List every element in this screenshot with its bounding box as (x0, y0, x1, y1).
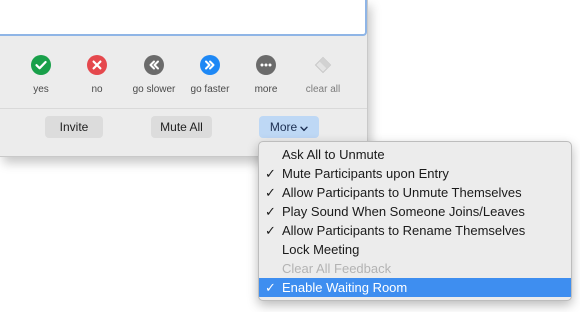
feedback-more[interactable]: more (236, 55, 296, 95)
feedback-yes-label: yes (33, 84, 49, 95)
divider (0, 108, 367, 109)
menu-item-label: Ask All to Unmute (282, 147, 385, 162)
checkmark-icon: ✓ (265, 204, 276, 219)
menu-item-label: Allow Participants to Rename Themselves (282, 223, 526, 238)
feedback-go-faster-label: go faster (190, 84, 230, 95)
fast-forward-icon (200, 55, 220, 75)
feedback-no[interactable]: no (67, 55, 127, 95)
invite-button[interactable]: Invite (45, 116, 103, 138)
menu-item-lock-meeting[interactable]: Lock Meeting (259, 240, 571, 259)
chevron-down-icon (300, 117, 308, 139)
menu-item-label: Enable Waiting Room (282, 280, 408, 295)
checkmark-icon: ✓ (265, 280, 276, 295)
feedback-go-faster[interactable]: go faster (180, 55, 240, 95)
mute-all-button[interactable]: Mute All (151, 116, 212, 138)
ellipsis-icon (256, 55, 276, 75)
menu-item-clear-all-feedback: Clear All Feedback (259, 259, 571, 278)
menu-item-enable-waiting-room[interactable]: ✓ Enable Waiting Room (259, 278, 571, 297)
more-dropdown-menu: Ask All to Unmute ✓ Mute Participants up… (258, 141, 572, 301)
feedback-clear-all-label: clear all (305, 84, 341, 95)
participant-list-area (0, 0, 367, 36)
checkmark-icon: ✓ (265, 185, 276, 200)
menu-item-mute-participants-upon-entry[interactable]: ✓ Mute Participants upon Entry (259, 164, 571, 183)
menu-item-label: Lock Meeting (282, 242, 360, 257)
eraser-icon (313, 55, 333, 75)
more-button[interactable]: More (259, 116, 319, 138)
menu-item-ask-all-to-unmute[interactable]: Ask All to Unmute (259, 145, 571, 164)
checkmark-icon: ✓ (265, 223, 276, 238)
menu-item-label: Allow Participants to Unmute Themselves (282, 185, 522, 200)
feedback-go-slower[interactable]: go slower (124, 55, 184, 95)
feedback-clear-all[interactable]: clear all (293, 55, 353, 95)
menu-item-label: Mute Participants upon Entry (282, 166, 449, 181)
menu-item-label: Clear All Feedback (282, 261, 392, 276)
participants-panel: yes no go slower go faster more clear al… (0, 0, 368, 157)
check-icon (31, 55, 51, 75)
menu-item-allow-rename-themselves[interactable]: ✓ Allow Participants to Rename Themselve… (259, 221, 571, 240)
checkmark-icon: ✓ (265, 166, 276, 181)
feedback-yes[interactable]: yes (11, 55, 71, 95)
more-button-label: More (269, 120, 298, 134)
menu-item-play-sound-join-leave[interactable]: ✓ Play Sound When Someone Joins/Leaves (259, 202, 571, 221)
rewind-icon (144, 55, 164, 75)
menu-item-label: Play Sound When Someone Joins/Leaves (282, 204, 525, 219)
feedback-go-slower-label: go slower (132, 84, 176, 95)
menu-item-allow-unmute-themselves[interactable]: ✓ Allow Participants to Unmute Themselve… (259, 183, 571, 202)
feedback-no-label: no (91, 84, 103, 95)
x-icon (87, 55, 107, 75)
feedback-more-label: more (254, 84, 278, 95)
